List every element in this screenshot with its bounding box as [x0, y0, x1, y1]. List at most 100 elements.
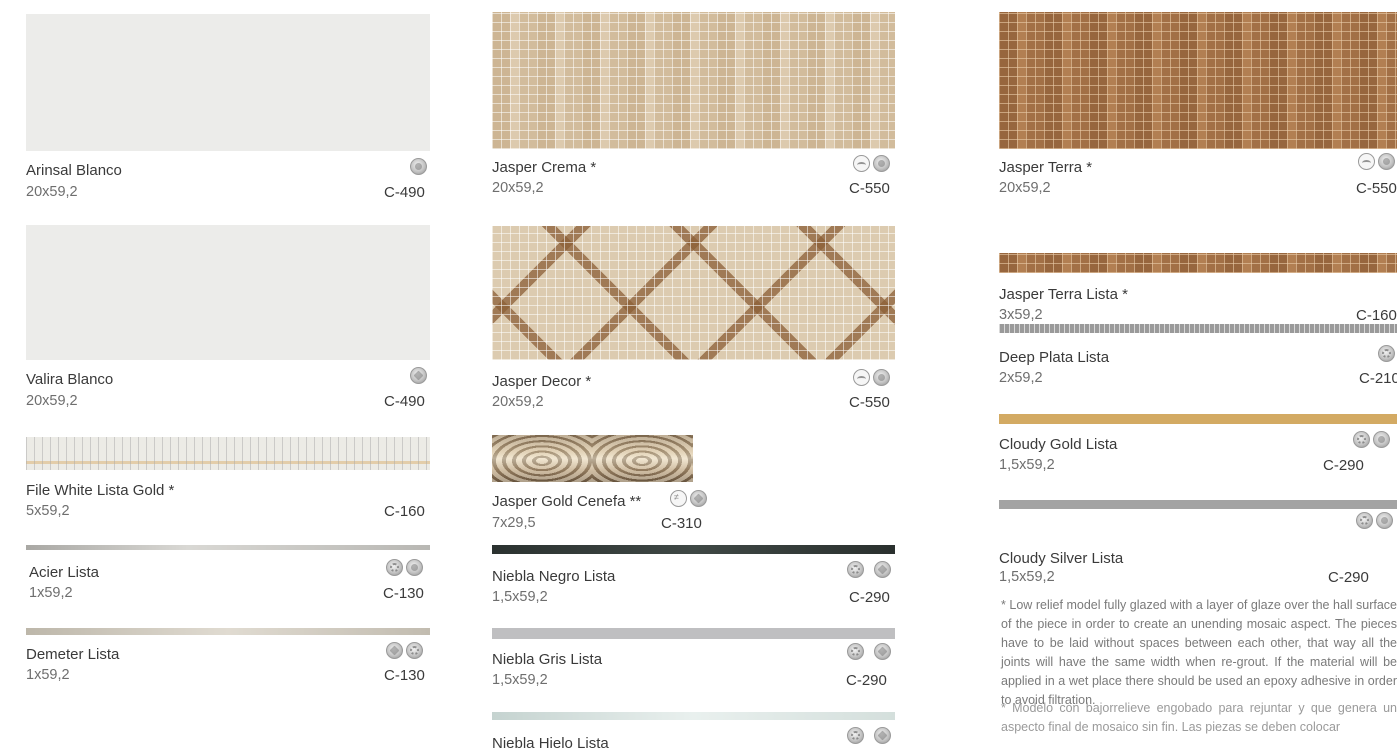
product-size: 1,5x59,2	[999, 457, 1055, 473]
swatch-jasper-terra-lista	[999, 253, 1397, 273]
swatch-demeter-lista	[26, 628, 430, 635]
product-name: Jasper Crema *	[492, 159, 597, 176]
feature-icons	[410, 367, 427, 384]
product-name: File White Lista Gold *	[26, 482, 175, 499]
gear-icon	[847, 727, 864, 744]
swatch-acier-lista	[26, 545, 430, 550]
product-size: 2x59,2	[999, 370, 1043, 386]
swatch-niebla-hielo-lista	[492, 712, 895, 720]
product-size: 7x29,5	[492, 515, 536, 531]
feature-icons	[853, 155, 890, 172]
product-name: Niebla Gris Lista	[492, 651, 603, 668]
product-name: Valira Blanco	[26, 371, 114, 388]
product-code: C-210	[1359, 370, 1397, 387]
product-name: Deep Plata Lista	[999, 349, 1110, 366]
swatch-jasper-terra	[999, 12, 1397, 149]
product-size: 1,5x59,2	[999, 569, 1055, 585]
glaze-icon	[410, 158, 427, 175]
gear-icon	[386, 559, 403, 576]
relief-icon	[853, 369, 870, 386]
product-code: C-550	[849, 394, 890, 411]
swatch-valira-blanco	[26, 225, 430, 360]
product-size: 20x59,2	[492, 394, 544, 410]
feature-icons	[1358, 153, 1395, 170]
feature-icons	[847, 727, 891, 744]
product-size: 1,5x59,2	[492, 589, 548, 605]
footnote-english: * Low relief model fully glazed with a l…	[1001, 598, 1397, 707]
swatch-deep-plata-lista	[999, 324, 1397, 333]
feature-icons	[410, 158, 427, 175]
product-name: Niebla Negro Lista	[492, 568, 616, 585]
product-size: 20x59,2	[492, 180, 544, 196]
gear-icon	[406, 642, 423, 659]
product-name: Niebla Hielo Lista	[492, 735, 609, 752]
glaze-icon	[1376, 512, 1393, 529]
product-code: C-160	[1356, 307, 1397, 324]
relief-icon	[853, 155, 870, 172]
footnote-spanish: * Modelo con bajorrelieve engobado para …	[1001, 701, 1397, 734]
product-name: Jasper Terra Lista *	[999, 286, 1128, 303]
product-name: Arinsal Blanco	[26, 162, 122, 179]
product-code: C-290	[846, 672, 887, 689]
swatch-jasper-crema	[492, 12, 895, 149]
product-size: 5x59,2	[26, 503, 70, 519]
product-code: C-310	[661, 515, 702, 532]
glaze-icon	[406, 559, 423, 576]
product-size: 3x59,2	[999, 307, 1043, 323]
product-code: C-290	[849, 589, 890, 606]
swatch-niebla-gris-lista	[492, 628, 895, 639]
product-name: Acier Lista	[29, 564, 100, 581]
feature-icons	[670, 490, 707, 507]
gear-icon	[1378, 345, 1395, 362]
product-size: 20x59,2	[26, 184, 78, 200]
diamond-icon	[410, 367, 427, 384]
diamond-icon	[874, 727, 891, 744]
swatch-file-white-lista-gold	[26, 437, 430, 470]
special-piece-icon	[670, 490, 687, 507]
feature-icons	[847, 561, 891, 578]
product-code: C-130	[384, 667, 425, 684]
product-code: C-550	[849, 180, 890, 197]
diamond-icon	[386, 642, 403, 659]
product-name: Jasper Gold Cenefa **	[492, 493, 642, 510]
feature-icons	[386, 642, 423, 659]
product-code: C-550	[1356, 180, 1397, 197]
relief-icon	[1358, 153, 1375, 170]
feature-icons	[1378, 345, 1395, 362]
product-code: C-290	[1323, 457, 1364, 474]
product-code: C-290	[1328, 569, 1369, 586]
swatch-cloudy-gold-lista	[999, 414, 1397, 424]
glaze-icon	[1378, 153, 1395, 170]
product-size: 1x59,2	[29, 585, 73, 601]
product-size: 20x59,2	[26, 393, 78, 409]
feature-icons	[1356, 512, 1393, 529]
product-name: Jasper Terra *	[999, 159, 1093, 176]
swatch-jasper-gold-cenefa	[492, 435, 693, 482]
glaze-icon	[1373, 431, 1390, 448]
product-size: 20x59,2	[999, 180, 1051, 196]
feature-icons	[853, 369, 890, 386]
swatch-cloudy-silver-lista	[999, 500, 1397, 509]
feature-icons	[1353, 431, 1390, 448]
diamond-icon	[690, 490, 707, 507]
feature-icons	[386, 559, 423, 576]
product-code: C-490	[384, 184, 425, 201]
swatch-jasper-decor	[492, 226, 895, 360]
gear-icon	[1356, 512, 1373, 529]
gear-icon	[847, 643, 864, 660]
glaze-icon	[873, 155, 890, 172]
feature-icons	[847, 643, 891, 660]
diamond-icon	[874, 561, 891, 578]
product-name: Demeter Lista	[26, 646, 120, 663]
diamond-icon	[874, 643, 891, 660]
product-name: Cloudy Silver Lista	[999, 550, 1124, 567]
gear-icon	[847, 561, 864, 578]
gear-icon	[1353, 431, 1370, 448]
product-code: C-130	[383, 585, 424, 602]
product-code: C-160	[384, 503, 425, 520]
product-size: 1,5x59,2	[492, 672, 548, 688]
swatch-niebla-negro-lista	[492, 545, 895, 554]
product-code: C-490	[384, 393, 425, 410]
product-name: Jasper Decor *	[492, 373, 592, 390]
product-name: Cloudy Gold Lista	[999, 436, 1118, 453]
